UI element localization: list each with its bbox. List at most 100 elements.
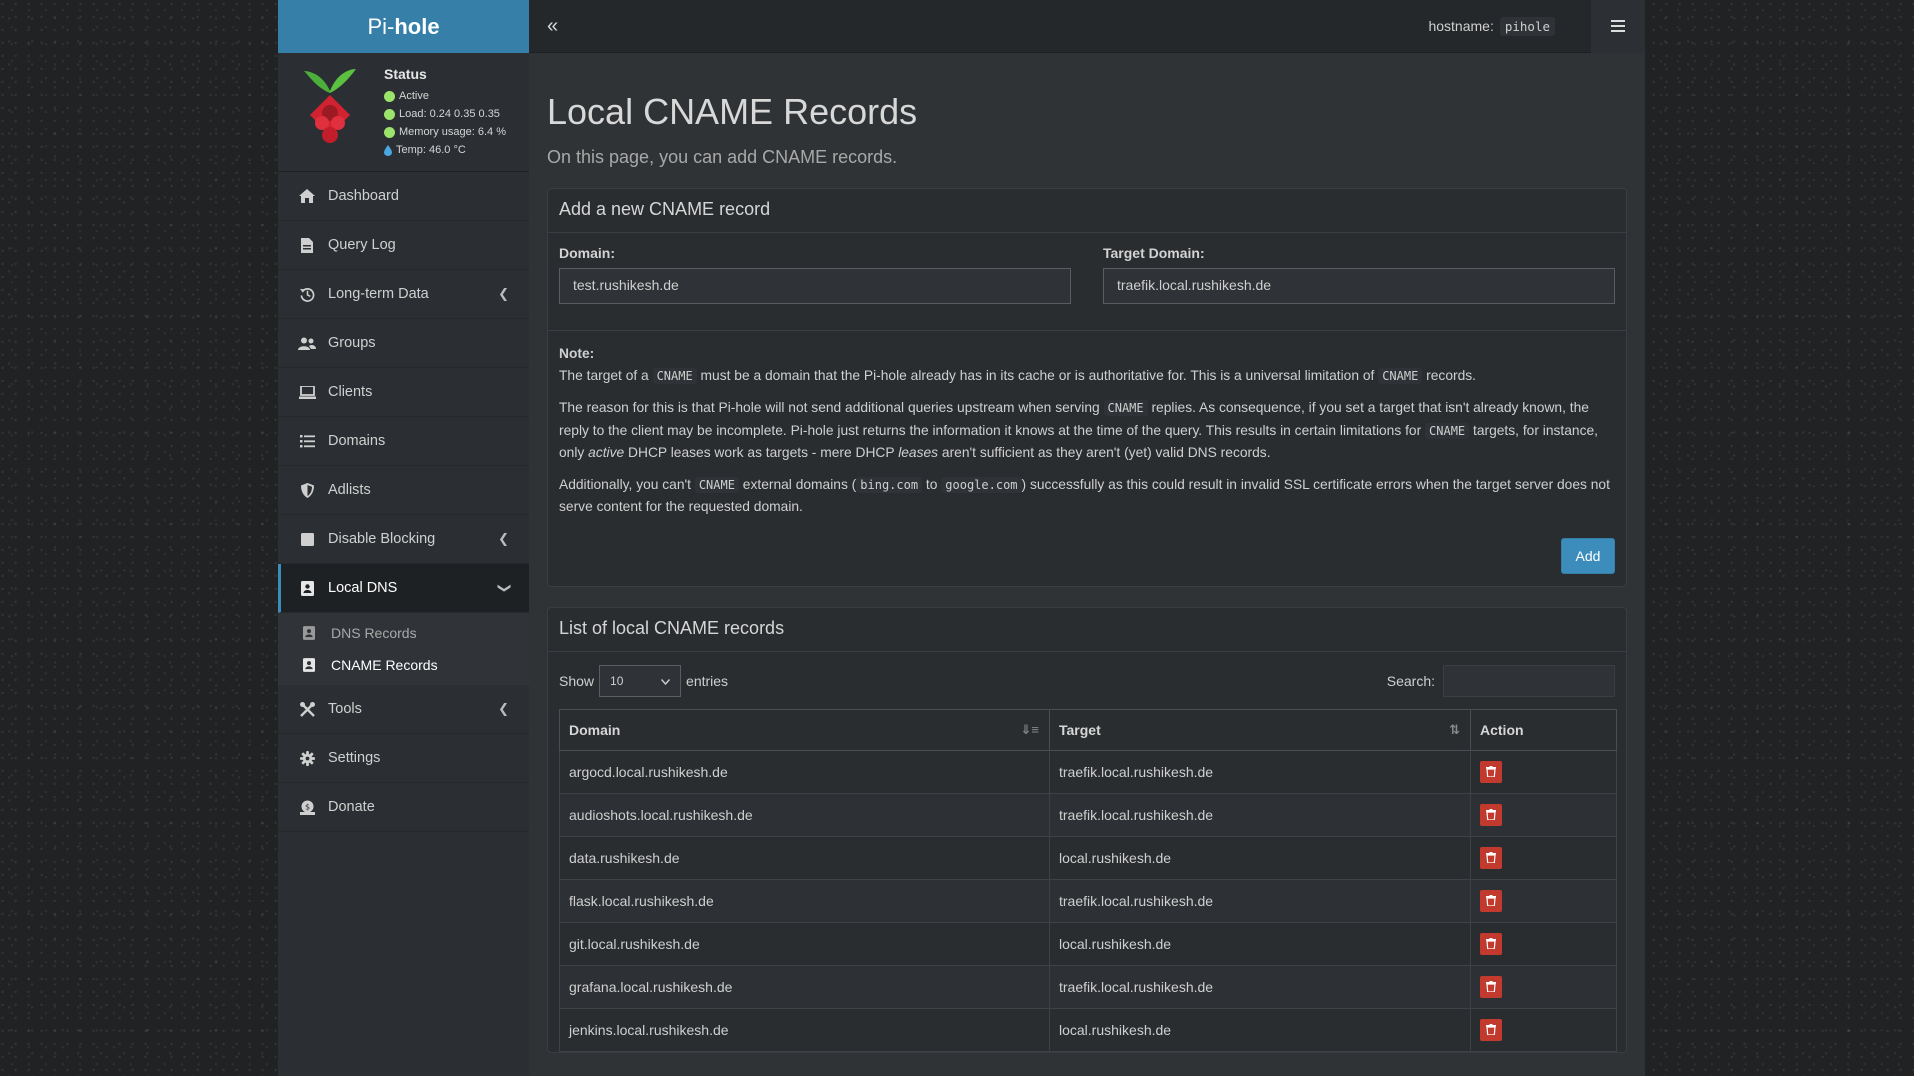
cell-action [1470, 878, 1617, 923]
hostname-value: pihole [1499, 16, 1555, 36]
laptop-icon [298, 383, 316, 401]
search-input[interactable] [1443, 664, 1615, 697]
table-row: jenkins.local.rushikesh.de local.rushike… [559, 1007, 1617, 1052]
sidebar-item-dashboard[interactable]: Dashboard [278, 172, 529, 221]
status-load: Load: 0.24 0.35 0.35 [384, 105, 506, 123]
cell-target: local.rushikesh.de [1049, 835, 1471, 880]
status-memory-text: Memory usage: 6.4 % [399, 126, 506, 138]
column-header-label: Target [1059, 721, 1101, 738]
svg-text:$: $ [304, 802, 309, 811]
delete-button[interactable] [1480, 975, 1502, 998]
cell-domain: argocd.local.rushikesh.de [559, 749, 1050, 794]
sidebar-item-long-term-data[interactable]: Long-term Data ❮ [278, 270, 529, 319]
list-icon [298, 432, 316, 450]
note-text: DHCP leases work as targets - mere DHCP [624, 445, 899, 460]
sidebar-item-domains[interactable]: Domains [278, 417, 529, 466]
cell-domain: grafana.local.rushikesh.de [559, 964, 1050, 1009]
table-row: audioshots.local.rushikesh.de traefik.lo… [559, 792, 1617, 837]
delete-button[interactable] [1480, 803, 1502, 826]
entries-select-value: 10 [610, 673, 624, 688]
cell-domain: jenkins.local.rushikesh.de [559, 1007, 1050, 1052]
hostname-label: hostname: [1428, 18, 1494, 34]
column-header-target[interactable]: Target ⇅ [1049, 708, 1471, 751]
status-temp: Temp: 46.0 °C [384, 141, 506, 159]
hamburger-menu-icon[interactable] [1591, 0, 1645, 53]
gear-icon [298, 749, 316, 767]
note-emphasis: active [588, 445, 625, 460]
domain-input[interactable]: test.rushikesh.de [559, 268, 1071, 304]
entries-length-control: Show 10 entries [559, 664, 728, 697]
note-paragraph-2: The reason for this is that Pi-hole will… [559, 397, 1615, 464]
sidebar-item-query-log[interactable]: Query Log [278, 221, 529, 270]
stop-icon [298, 530, 316, 548]
sidebar-subitem-dns-records[interactable]: DNS Records [278, 617, 529, 649]
add-cname-header: Add a new CNAME record [548, 189, 1626, 233]
sort-icon: ⇅ [1449, 721, 1460, 737]
column-header-domain[interactable]: Domain ⇓≡ [559, 708, 1050, 751]
cell-domain: data.rushikesh.de [559, 835, 1050, 880]
column-header-label: Action [1480, 721, 1524, 738]
note-text: The reason for this is that Pi-hole will… [559, 400, 1104, 415]
sidebar-toggle-icon[interactable]: « [547, 15, 558, 38]
cell-domain: flask.local.rushikesh.de [559, 878, 1050, 923]
sidebar-item-adlists[interactable]: Adlists [278, 466, 529, 515]
add-button[interactable]: Add [1561, 537, 1615, 574]
chevron-left-icon: ❮ [498, 286, 509, 301]
status-panel: Status Active Load: 0.24 0.35 0.35 Memor… [278, 53, 529, 172]
column-header-label: Domain [569, 721, 621, 738]
note-text: aren't sufficient as they aren't (yet) v… [938, 445, 1271, 460]
sidebar-item-label: Groups [328, 335, 376, 351]
sidebar-subitem-cname-records[interactable]: CNAME Records [278, 649, 529, 681]
address-book-icon [298, 579, 316, 597]
pihole-logo-icon [304, 69, 356, 143]
sidebar-item-settings[interactable]: Settings [278, 734, 529, 783]
delete-button[interactable] [1480, 889, 1502, 912]
sidebar-menu: Dashboard Query Log Long-term Data ❮ Gro… [278, 172, 529, 613]
delete-button[interactable] [1480, 760, 1502, 783]
note-text: Additionally, you can't [559, 476, 695, 492]
delete-button[interactable] [1480, 932, 1502, 955]
cell-domain: audioshots.local.rushikesh.de [559, 792, 1050, 837]
sidebar-item-clients[interactable]: Clients [278, 368, 529, 417]
history-icon [298, 285, 316, 303]
target-domain-input[interactable]: traefik.local.rushikesh.de [1103, 268, 1615, 304]
status-block: Status Active Load: 0.24 0.35 0.35 Memor… [384, 63, 506, 171]
cell-target: traefik.local.rushikesh.de [1049, 964, 1471, 1009]
cell-action [1470, 1007, 1617, 1052]
add-cname-box: Add a new CNAME record Domain: test.rush… [547, 188, 1627, 587]
trash-icon [1486, 1024, 1496, 1035]
sidebar-item-label: Settings [328, 750, 381, 766]
sidebar-item-label: Adlists [328, 482, 371, 498]
sidebar-item-local-dns[interactable]: Local DNS ❮ [278, 564, 529, 613]
cell-target: traefik.local.rushikesh.de [1049, 749, 1471, 794]
target-domain-label: Target Domain: [1103, 245, 1205, 261]
sidebar-item-label: Local DNS [328, 580, 398, 596]
trash-icon [1486, 809, 1496, 820]
sidebar-item-label: Query Log [328, 237, 396, 253]
note-emphasis: leases [898, 445, 939, 460]
top-navbar: « hostname: pihole [529, 0, 1645, 53]
users-icon [298, 334, 316, 352]
domain-group: Domain: test.rushikesh.de [559, 245, 1071, 304]
delete-button[interactable] [1480, 846, 1502, 869]
sidebar-item-label: Clients [328, 384, 373, 400]
sidebar-item-tools[interactable]: Tools ❮ [278, 685, 529, 734]
status-temp-text: Temp: 46.0 °C [396, 144, 466, 156]
table-row: argocd.local.rushikesh.de traefik.local.… [559, 749, 1617, 794]
entries-select[interactable]: 10 [599, 664, 682, 697]
sidebar-item-disable-blocking[interactable]: Disable Blocking ❮ [278, 515, 529, 564]
note-text: The target of a [559, 367, 653, 383]
delete-button[interactable] [1480, 1018, 1502, 1041]
sidebar-item-label: Dashboard [328, 188, 399, 204]
app-logo[interactable]: Pi-hole [278, 0, 529, 53]
sidebar-item-groups[interactable]: Groups [278, 319, 529, 368]
page-subtitle: On this page, you can add CNAME records. [547, 147, 898, 167]
note-code: CNAME [1425, 422, 1470, 439]
status-active: Active [384, 87, 506, 105]
sidebar-item-donate[interactable]: $ Donate [278, 783, 529, 832]
cell-action [1470, 964, 1617, 1009]
temperature-icon [384, 144, 392, 156]
column-header-action: Action [1470, 708, 1617, 751]
logo-text-bold: hole [394, 13, 440, 39]
sidebar-subitem-label: DNS Records [331, 625, 417, 641]
